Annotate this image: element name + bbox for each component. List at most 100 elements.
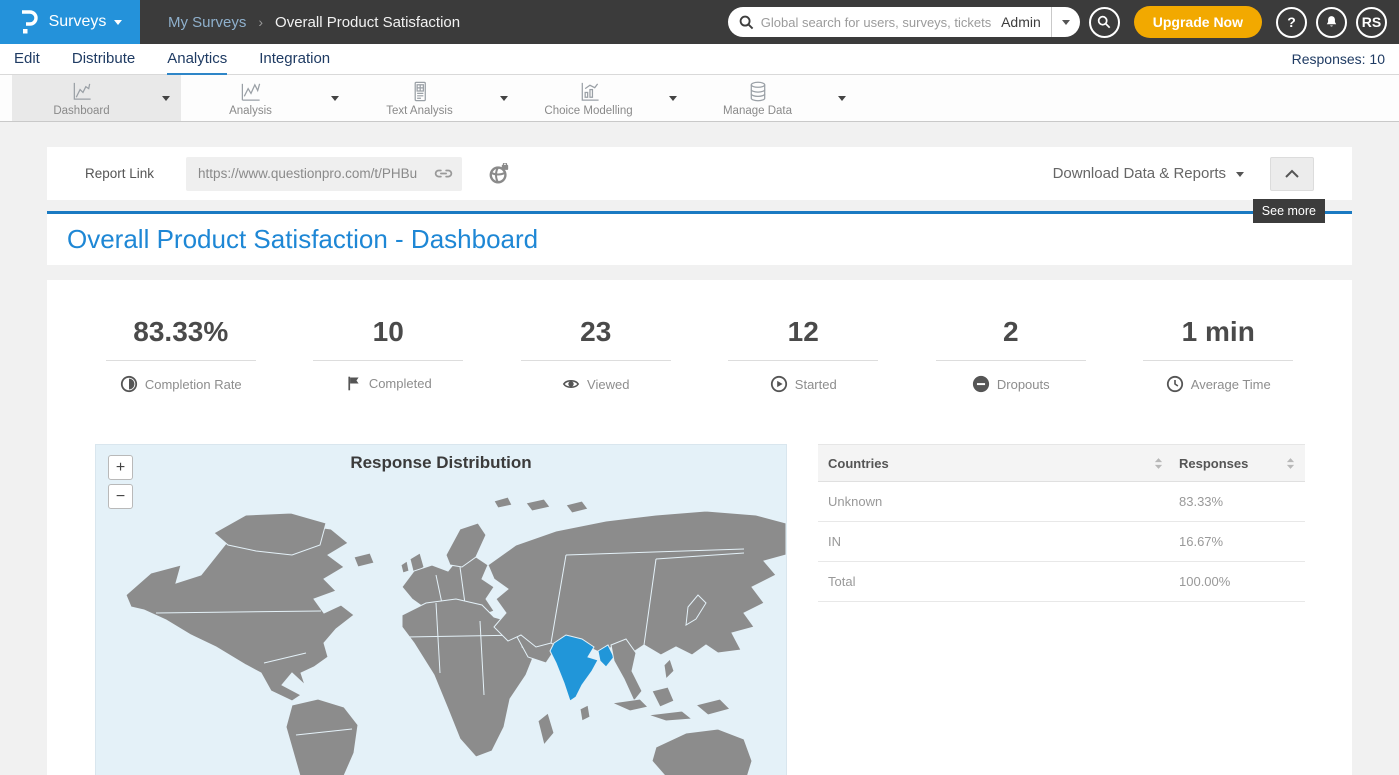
toolbar-choice-modelling[interactable]: Choice Modelling [519,75,658,121]
product-switcher[interactable]: Surveys [49,13,123,31]
dashboard-chart-icon [70,80,94,103]
asia-region [488,511,786,655]
australia-region [652,729,752,775]
flag-icon [345,375,362,392]
dashboard-card: 83.33% Completion Rate 10 Completed [47,280,1352,775]
stat-viewed: 23 Viewed [492,316,700,398]
toolbar-text-analysis-dropdown[interactable] [489,75,519,121]
toolbar-group-choice-modelling: Choice Modelling [519,75,688,121]
chevron-down-icon [162,96,170,105]
topbar-actions: Admin Upgrade Now ? RS [728,6,1399,38]
see-more-tooltip: See more [1253,199,1325,223]
content-row: Response Distribution + − [47,444,1352,775]
analysis-chart-icon [239,80,263,103]
toolbar-manage-data[interactable]: Manage Data [688,75,827,121]
text-analysis-icon [408,80,432,103]
chevron-down-icon [838,96,846,105]
choice-modelling-icon [577,80,601,103]
table-row: IN 16.67% [818,522,1305,562]
map-title: Response Distribution [96,453,786,473]
tab-distribute[interactable]: Distribute [72,44,135,75]
search-icon [739,15,754,30]
questionpro-logo-block[interactable]: Surveys [0,0,140,44]
search-button[interactable] [1089,7,1120,38]
toolbar-group-analysis: Analysis [181,75,350,121]
completion-rate-icon [120,375,138,393]
search-icon [1097,15,1111,29]
stats-row: 83.33% Completion Rate 10 Completed [47,280,1352,398]
report-link-field [186,157,462,191]
toolbar-group-manage-data: Manage Data [688,75,857,121]
table-header-row: Countries Responses [818,444,1305,482]
toolbar-dashboard[interactable]: Dashboard [12,75,151,121]
global-search-input[interactable] [761,15,995,30]
eye-icon [562,375,580,393]
chevron-down-icon [331,96,339,105]
toolbar-group-dashboard: Dashboard [12,75,181,121]
analytics-toolbar: Dashboard Analysis Text Analysis [0,75,1399,122]
link-icon[interactable] [433,163,454,184]
report-link-bar: Report Link Download Data & Reports [47,147,1352,200]
download-data-reports[interactable]: Download Data & Reports [1053,165,1226,182]
chevron-down-icon [500,96,508,105]
chevron-down-icon [1062,20,1070,29]
sort-icon[interactable] [1154,457,1163,470]
upgrade-now-button[interactable]: Upgrade Now [1134,6,1262,38]
see-more-toggle-button[interactable] [1270,157,1314,191]
avatar[interactable]: RS [1356,7,1387,38]
sort-icon[interactable] [1286,457,1295,470]
stat-average-time: 1 min Average Time [1115,316,1323,398]
south-america-region [286,699,358,775]
title-bar: Overall Product Satisfaction - Dashboard [47,211,1352,265]
tab-integration[interactable]: Integration [259,44,330,75]
table-row: Total 100.00% [818,562,1305,602]
minus-circle-icon [972,375,990,393]
chevron-down-icon [669,96,677,105]
product-name: Surveys [49,13,107,31]
india-region-highlight [550,635,598,701]
map-zoom-in-button[interactable]: + [108,455,133,480]
response-distribution-map-panel: Response Distribution + − [95,444,787,775]
stat-dropouts: 2 Dropouts [907,316,1115,398]
stat-completed: 10 Completed [285,316,493,398]
breadcrumb-separator: › [258,14,263,30]
bell-icon [1324,14,1339,30]
report-url-input[interactable] [186,166,433,181]
chevron-up-icon [1284,169,1300,179]
toolbar-text-analysis[interactable]: Text Analysis [350,75,489,121]
global-search[interactable]: Admin [728,7,1080,37]
tab-edit[interactable]: Edit [14,44,40,75]
chevron-down-icon[interactable] [1236,172,1244,181]
report-bar-actions: Download Data & Reports [1053,157,1314,191]
help-button[interactable]: ? [1276,7,1307,38]
breadcrumb: My Surveys › Overall Product Satisfactio… [168,14,460,31]
column-header-countries[interactable]: Countries [828,456,1179,471]
toolbar-choice-modelling-dropdown[interactable] [658,75,688,121]
column-header-responses[interactable]: Responses [1179,456,1295,471]
toolbar-analysis-dropdown[interactable] [320,75,350,121]
toolbar-analysis[interactable]: Analysis [181,75,320,121]
breadcrumb-my-surveys[interactable]: My Surveys [168,14,246,31]
top-bar: Surveys My Surveys › Overall Product Sat… [0,0,1399,44]
report-link-label: Report Link [85,166,154,181]
clock-icon [1166,375,1184,393]
world-map[interactable] [96,495,788,775]
chevron-down-icon [114,20,122,29]
toolbar-group-text-analysis: Text Analysis [350,75,519,121]
search-scope-label: Admin [995,14,1051,30]
toolbar-manage-data-dropdown[interactable] [827,75,857,121]
tab-analytics[interactable]: Analytics [167,44,227,75]
table-row: Unknown 83.33% [818,482,1305,522]
notifications-button[interactable] [1316,7,1347,38]
responses-count: Responses: 10 [1292,51,1385,67]
questionpro-logo-icon [18,9,38,36]
toolbar-dashboard-dropdown[interactable] [151,75,181,121]
section-nav: Edit Distribute Analytics Integration Re… [0,44,1399,75]
globe-lock-icon[interactable] [488,163,510,185]
stat-completion-rate: 83.33% Completion Rate [77,316,285,398]
breadcrumb-survey-title: Overall Product Satisfaction [275,14,460,31]
page-title: Overall Product Satisfaction - Dashboard [67,224,538,255]
search-scope-dropdown[interactable] [1052,7,1080,37]
stat-started: 12 Started [700,316,908,398]
play-circle-icon [770,375,788,393]
